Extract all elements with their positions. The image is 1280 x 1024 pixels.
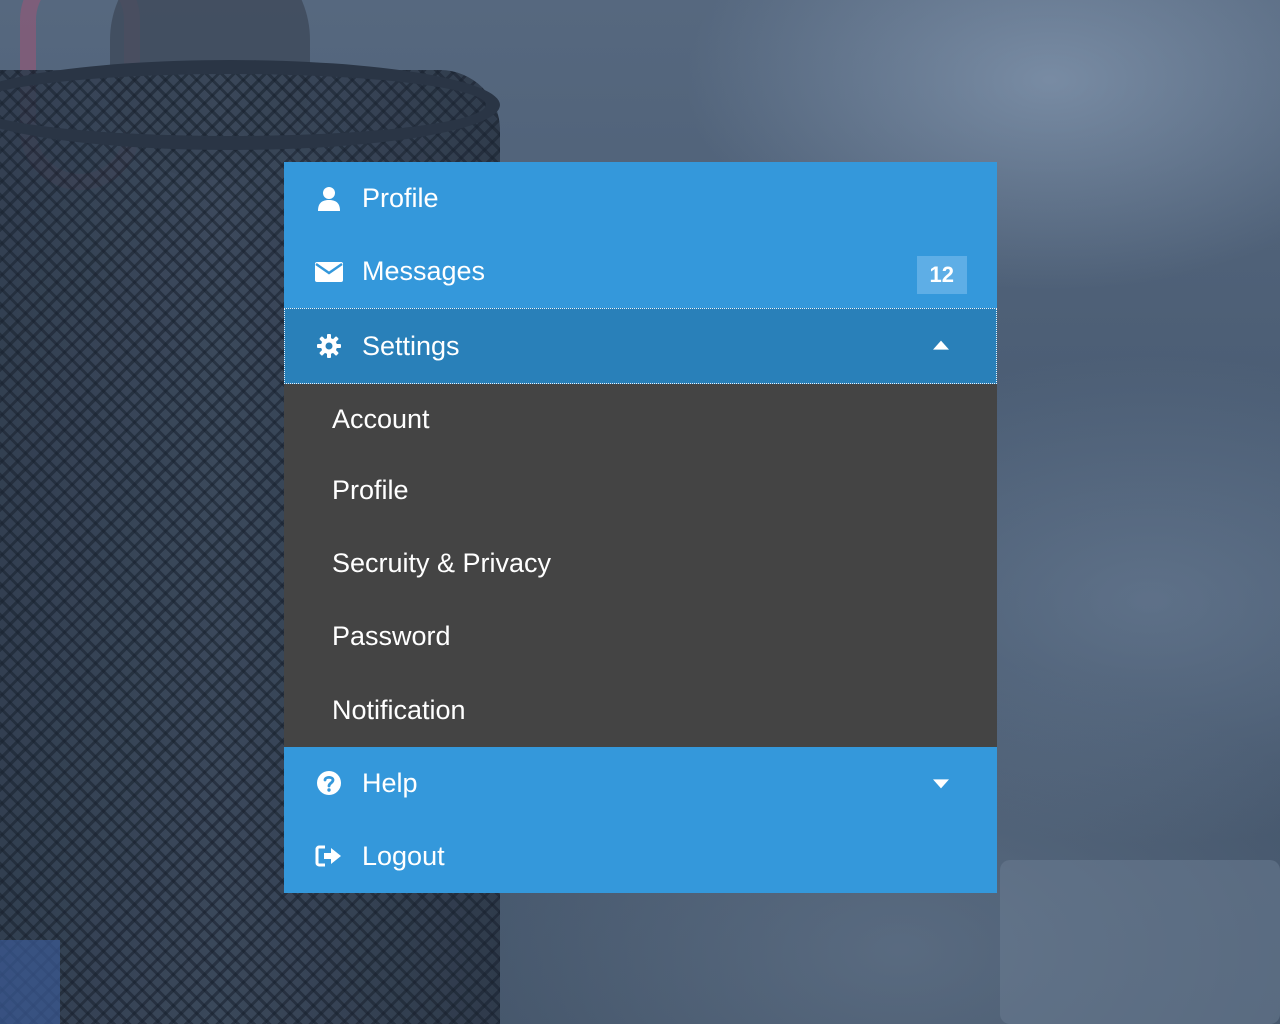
gear-icon [315, 332, 343, 360]
submenu-item-profile[interactable]: Profile [284, 454, 997, 527]
submenu-item-account[interactable]: Account [284, 384, 997, 454]
caret-down-icon [933, 779, 949, 789]
menu-item-profile[interactable]: Profile [284, 162, 997, 235]
submenu-item-security-privacy[interactable]: Secruity & Privacy [284, 527, 997, 600]
background-blue-item [0, 940, 60, 1024]
menu-item-help[interactable]: Help [284, 746, 997, 820]
menu-item-label: Messages [362, 256, 486, 286]
menu-item-label: Profile [362, 183, 439, 213]
menu-item-label: Help [362, 767, 418, 798]
menu-item-settings[interactable]: Settings [284, 308, 997, 384]
menu-item-label: Settings [362, 330, 460, 361]
menu-item-messages[interactable]: Messages 12 [284, 235, 997, 308]
messages-count-badge: 12 [916, 255, 967, 294]
accordion-menu: Profile Messages 12 Settings Account Pro… [284, 162, 997, 893]
question-circle-icon [315, 769, 343, 797]
caret-up-icon [933, 340, 949, 350]
background-desk [1000, 860, 1280, 1024]
submenu-item-password[interactable]: Password [284, 600, 997, 673]
menu-item-label: Logout [362, 840, 445, 871]
envelope-icon [315, 258, 343, 286]
menu-item-logout[interactable]: Logout [284, 819, 997, 893]
submenu-item-notification[interactable]: Notification [284, 674, 997, 747]
user-icon [315, 185, 343, 213]
sign-out-icon [315, 842, 343, 870]
settings-submenu: Account Profile Secruity & Privacy Passw… [284, 384, 997, 747]
